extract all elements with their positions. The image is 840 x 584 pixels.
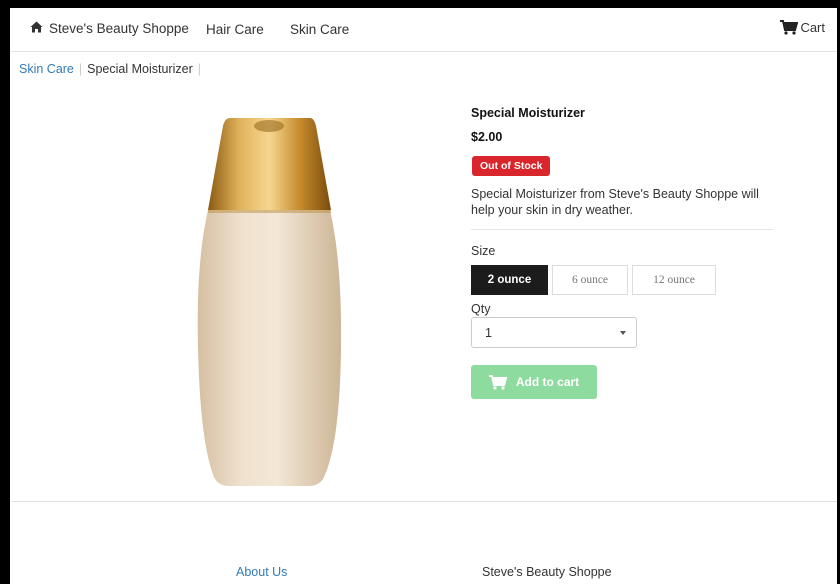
- breadcrumb: Skin Care | Special Moisturizer |: [19, 62, 206, 76]
- home-icon: [30, 21, 43, 36]
- breadcrumb-current: Special Moisturizer: [87, 62, 193, 76]
- size-option-12-ounce[interactable]: 12 ounce: [632, 265, 716, 295]
- stock-status-badge: Out of Stock: [472, 156, 551, 176]
- details-divider: [471, 229, 773, 230]
- nav-link-hair-care[interactable]: Hair Care: [206, 22, 264, 37]
- size-options: 2 ounce 6 ounce 12 ounce: [471, 265, 720, 295]
- window-frame-top: [0, 0, 840, 8]
- moisturizer-bottle-image: [197, 118, 342, 486]
- chevron-down-icon: [620, 331, 626, 335]
- add-to-cart-button[interactable]: Add to cart: [471, 365, 597, 399]
- footer-divider: [12, 501, 837, 502]
- shopping-cart-icon: [488, 374, 507, 390]
- shopping-cart-icon: [780, 20, 799, 35]
- breadcrumb-skin-care-link[interactable]: Skin Care: [19, 62, 74, 76]
- cart-link[interactable]: Cart: [780, 20, 825, 35]
- brand-link[interactable]: Steve's Beauty Shoppe: [30, 21, 189, 36]
- size-option-6-ounce[interactable]: 6 ounce: [552, 265, 628, 295]
- breadcrumb-separator: |: [197, 62, 201, 76]
- add-to-cart-label: Add to cart: [515, 375, 580, 389]
- footer-store-name: Steve's Beauty Shoppe: [482, 565, 612, 579]
- size-option-2-ounce[interactable]: 2 ounce: [471, 265, 548, 295]
- breadcrumb-separator: |: [78, 62, 83, 76]
- product-price: $2.00: [471, 130, 503, 144]
- cart-label: Cart: [800, 20, 825, 35]
- window-frame-left: [0, 0, 10, 584]
- product-name: Special Moisturizer: [471, 106, 585, 120]
- qty-label: Qty: [471, 302, 491, 316]
- brand-name: Steve's Beauty Shoppe: [49, 21, 189, 36]
- product-description: Special Moisturizer from Steve's Beauty …: [471, 187, 759, 217]
- size-label: Size: [471, 244, 496, 258]
- footer-about-link[interactable]: About Us: [236, 565, 287, 579]
- qty-value: 1: [485, 326, 492, 340]
- qty-select[interactable]: 1: [471, 317, 637, 348]
- nav-link-skin-care[interactable]: Skin Care: [290, 22, 349, 37]
- top-navbar: Steve's Beauty Shoppe Hair Care Skin Car…: [10, 8, 837, 52]
